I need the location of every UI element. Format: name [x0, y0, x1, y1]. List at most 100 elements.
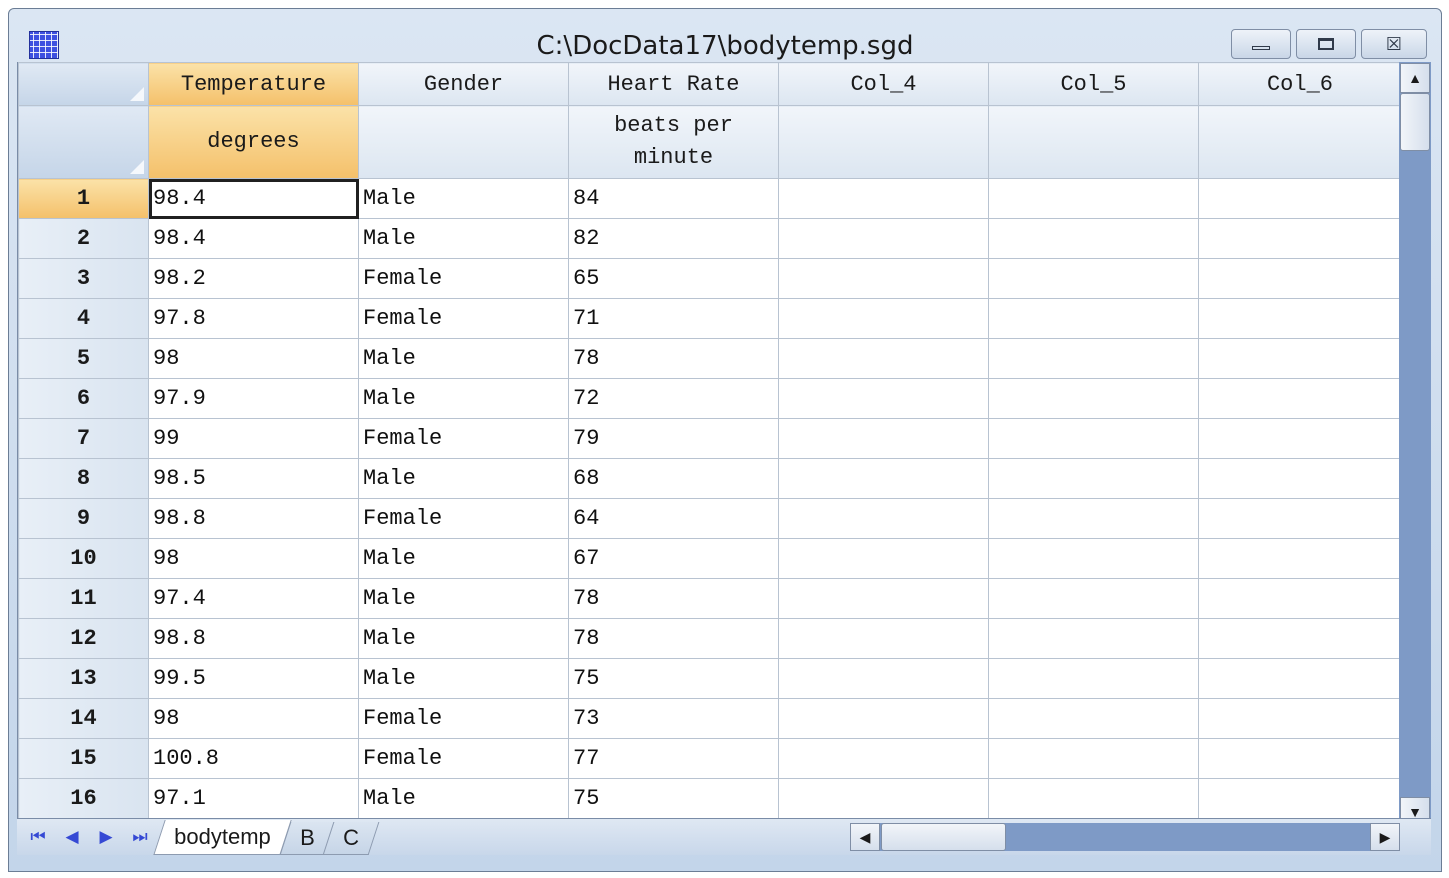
cell-col-4[interactable] — [778, 618, 989, 659]
cell-col-5[interactable] — [988, 778, 1199, 818]
cell-temperature[interactable]: 98 — [148, 538, 359, 579]
row-number[interactable]: 16 — [18, 778, 149, 818]
cell-col-6[interactable] — [1198, 338, 1400, 379]
cell-temperature[interactable]: 98.8 — [148, 498, 359, 539]
row-number[interactable]: 2 — [18, 218, 149, 259]
scroll-left-button[interactable]: ◀ — [850, 823, 880, 851]
cell-gender[interactable]: Female — [358, 698, 569, 739]
cell-heart-rate[interactable]: 79 — [568, 418, 779, 459]
cell-heart-rate[interactable]: 78 — [568, 578, 779, 619]
cell-heart-rate[interactable]: 65 — [568, 258, 779, 299]
cell-col-5[interactable] — [988, 378, 1199, 419]
cell-col-4[interactable] — [778, 778, 989, 818]
row-number[interactable]: 4 — [18, 298, 149, 339]
column-unit-col-6[interactable] — [1198, 105, 1400, 179]
cell-temperature[interactable]: 100.8 — [148, 738, 359, 779]
cell-temperature[interactable]: 99.5 — [148, 658, 359, 699]
cell-gender[interactable]: Male — [358, 618, 569, 659]
row-number[interactable]: 9 — [18, 498, 149, 539]
cell-gender[interactable]: Male — [358, 378, 569, 419]
sheet-tab-c[interactable]: C — [322, 822, 380, 855]
cell-gender[interactable]: Male — [358, 658, 569, 699]
cell-heart-rate[interactable]: 68 — [568, 458, 779, 499]
cell-temperature[interactable]: 99 — [148, 418, 359, 459]
column-header-heart-rate[interactable]: Heart Rate — [568, 62, 779, 106]
cell-col-5[interactable] — [988, 698, 1199, 739]
cell-gender[interactable]: Female — [358, 258, 569, 299]
cell-gender[interactable]: Female — [358, 738, 569, 779]
cell-col-6[interactable] — [1198, 178, 1400, 219]
row-number[interactable]: 15 — [18, 738, 149, 779]
cell-col-5[interactable] — [988, 458, 1199, 499]
cell-temperature[interactable]: 98 — [148, 698, 359, 739]
cell-temperature[interactable]: 98 — [148, 338, 359, 379]
cell-col-6[interactable] — [1198, 578, 1400, 619]
row-number[interactable]: 7 — [18, 418, 149, 459]
cell-col-4[interactable] — [778, 378, 989, 419]
row-number[interactable]: 1 — [18, 178, 149, 219]
cell-col-5[interactable] — [988, 218, 1199, 259]
restore-button[interactable] — [1296, 29, 1356, 59]
column-unit-col-5[interactable] — [988, 105, 1199, 179]
cell-col-6[interactable] — [1198, 218, 1400, 259]
minimize-button[interactable] — [1231, 29, 1291, 59]
cell-col-6[interactable] — [1198, 458, 1400, 499]
cell-heart-rate[interactable]: 72 — [568, 378, 779, 419]
cell-temperature[interactable]: 97.1 — [148, 778, 359, 818]
cell-gender[interactable]: Female — [358, 298, 569, 339]
cell-col-5[interactable] — [988, 618, 1199, 659]
cell-col-4[interactable] — [778, 538, 989, 579]
cell-col-5[interactable] — [988, 418, 1199, 459]
cell-heart-rate[interactable]: 71 — [568, 298, 779, 339]
cell-col-4[interactable] — [778, 698, 989, 739]
cell-col-4[interactable] — [778, 298, 989, 339]
cell-col-4[interactable] — [778, 738, 989, 779]
cell-col-6[interactable] — [1198, 538, 1400, 579]
vertical-scroll-thumb[interactable] — [1400, 93, 1430, 151]
cell-col-4[interactable] — [778, 218, 989, 259]
cell-col-6[interactable] — [1198, 698, 1400, 739]
cell-temperature[interactable]: 97.8 — [148, 298, 359, 339]
cell-col-5[interactable] — [988, 258, 1199, 299]
cell-temperature[interactable]: 98.8 — [148, 618, 359, 659]
cell-col-4[interactable] — [778, 178, 989, 219]
cell-col-5[interactable] — [988, 658, 1199, 699]
cell-col-5[interactable] — [988, 298, 1199, 339]
row-number[interactable]: 10 — [18, 538, 149, 579]
next-sheet-button[interactable]: ▶ — [91, 824, 121, 850]
cell-col-6[interactable] — [1198, 498, 1400, 539]
horizontal-scroll-thumb[interactable] — [881, 823, 1006, 851]
cell-gender[interactable]: Male — [358, 218, 569, 259]
cell-gender[interactable]: Male — [358, 178, 569, 219]
row-number[interactable]: 13 — [18, 658, 149, 699]
cell-gender[interactable]: Male — [358, 338, 569, 379]
cell-heart-rate[interactable]: 64 — [568, 498, 779, 539]
cell-col-4[interactable] — [778, 578, 989, 619]
column-header-col-4[interactable]: Col_4 — [778, 62, 989, 106]
row-number[interactable]: 11 — [18, 578, 149, 619]
row-number[interactable]: 6 — [18, 378, 149, 419]
sheet-tab-bodytemp[interactable]: bodytemp — [153, 820, 292, 855]
cell-temperature[interactable]: 98.4 — [148, 218, 359, 259]
column-header-col-6[interactable]: Col_6 — [1198, 62, 1400, 106]
cell-col-6[interactable] — [1198, 378, 1400, 419]
select-all-corner[interactable] — [18, 62, 149, 106]
cell-heart-rate[interactable]: 82 — [568, 218, 779, 259]
cell-gender[interactable]: Male — [358, 778, 569, 818]
row-number[interactable]: 8 — [18, 458, 149, 499]
cell-col-6[interactable] — [1198, 618, 1400, 659]
column-header-col-5[interactable]: Col_5 — [988, 62, 1199, 106]
cell-col-4[interactable] — [778, 458, 989, 499]
column-unit-gender[interactable] — [358, 105, 569, 179]
column-header-gender[interactable]: Gender — [358, 62, 569, 106]
cell-heart-rate[interactable]: 75 — [568, 658, 779, 699]
scroll-right-button[interactable]: ▶ — [1370, 823, 1400, 851]
row-number[interactable]: 12 — [18, 618, 149, 659]
row-number[interactable]: 14 — [18, 698, 149, 739]
cell-col-6[interactable] — [1198, 418, 1400, 459]
cell-col-4[interactable] — [778, 418, 989, 459]
cell-col-6[interactable] — [1198, 778, 1400, 818]
cell-heart-rate[interactable]: 78 — [568, 618, 779, 659]
cell-col-5[interactable] — [988, 498, 1199, 539]
cell-col-6[interactable] — [1198, 658, 1400, 699]
